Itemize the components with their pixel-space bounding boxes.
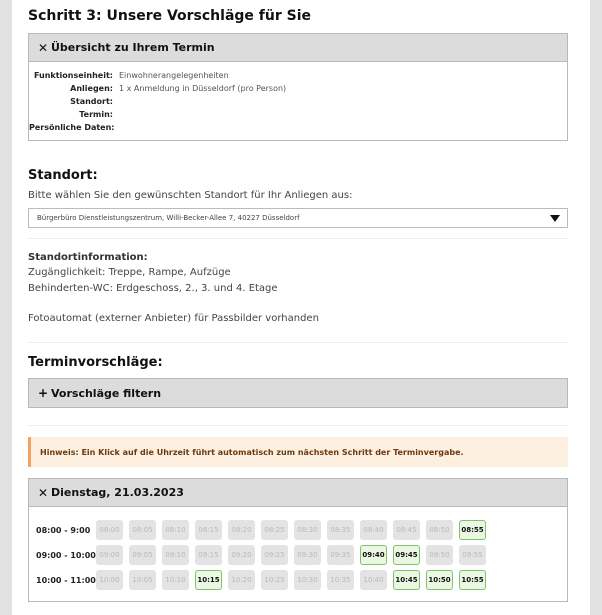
suggestions-heading: Terminvorschläge: <box>28 355 163 370</box>
summary-label: Anliegen: <box>70 84 113 93</box>
overview-title: Übersicht zu Ihrem Termin <box>51 41 215 54</box>
summary-row: Anliegen: 1 x Anmeldung in Düsseldorf (p… <box>29 82 567 95</box>
summary-label: Standort: <box>70 97 113 106</box>
time-slot-unavailable: 08:45 <box>393 520 420 540</box>
location-info-line: Zugänglichkeit: Treppe, Rampe, Aufzüge <box>28 267 231 278</box>
time-slot-unavailable: 09:15 <box>195 545 222 565</box>
time-slot-available[interactable]: 10:55 <box>459 570 486 590</box>
close-icon[interactable]: ✕ <box>38 41 51 55</box>
slot-row: 09:00 - 10:00 09:00 09:05 09:10 09:15 09:20 09… <box>36 544 567 566</box>
time-slot-unavailable: 08:50 <box>426 520 453 540</box>
divider <box>28 238 568 239</box>
day-title: Dienstag, 21.03.2023 <box>51 486 184 499</box>
filter-label: Vorschläge filtern <box>51 386 162 400</box>
summary-value <box>113 108 119 121</box>
hour-label: 09:00 - 10:00 <box>36 550 96 560</box>
time-slot-unavailable: 08:40 <box>360 520 387 540</box>
overview-panel: ✕ Übersicht zu Ihrem Termin Funktionsein… <box>28 33 568 141</box>
overview-header[interactable]: ✕ Übersicht zu Ihrem Termin <box>29 34 567 62</box>
page: Schritt 3: Unsere Vorschläge für Sie ✕ Ü… <box>12 0 590 615</box>
time-slot-unavailable: 10:10 <box>162 570 189 590</box>
time-slot-available[interactable]: 10:15 <box>195 570 222 590</box>
time-slot-unavailable: 08:10 <box>162 520 189 540</box>
divider <box>28 425 568 426</box>
time-slot-available[interactable]: 08:55 <box>459 520 486 540</box>
location-info-line: Behinderten-WC: Erdgeschoss, 2., 3. und … <box>28 283 278 294</box>
summary-value <box>113 95 119 108</box>
summary-value: 1 x Anmeldung in Düsseldorf (pro Person) <box>119 84 287 93</box>
summary-label: Funktionseinheit: <box>33 71 113 80</box>
time-slot-unavailable: 10:30 <box>294 570 321 590</box>
caret-down-icon[interactable] <box>550 215 560 222</box>
time-slot-unavailable: 10:00 <box>96 570 123 590</box>
time-slot-unavailable: 09:35 <box>327 545 354 565</box>
hint-banner: Hinweis: Ein Klick auf die Uhrzeit führt… <box>28 437 568 467</box>
time-slot-unavailable: 09:00 <box>96 545 123 565</box>
day-panel: ✕ Dienstag, 21.03.2023 08:00 - 9:00 08:00… <box>28 478 568 602</box>
summary-row: Termin: <box>29 108 567 121</box>
time-slot-available[interactable]: 09:45 <box>393 545 420 565</box>
slot-grid: 08:00 - 9:00 08:00 08:05 08:10 08:15 08:20 08:… <box>29 507 567 591</box>
time-slot-unavailable: 08:15 <box>195 520 222 540</box>
time-slot-unavailable: 10:25 <box>261 570 288 590</box>
location-selected: Bürgerbüro Dienstleistungszentrum, Willi… <box>37 214 300 222</box>
filter-panel[interactable]: + Vorschläge filtern <box>28 378 568 408</box>
time-slot-unavailable: 08:35 <box>327 520 354 540</box>
divider <box>28 342 568 343</box>
slot-row: 08:00 - 9:00 08:00 08:05 08:10 08:15 08:20 08:… <box>36 519 567 541</box>
time-slot-unavailable: 09:05 <box>129 545 156 565</box>
close-icon[interactable]: ✕ <box>38 486 51 500</box>
time-slot-unavailable: 10:40 <box>360 570 387 590</box>
location-info-title: Standortinformation: <box>28 252 148 263</box>
location-prompt: Bitte wählen Sie den gewünschten Standor… <box>28 190 353 201</box>
plus-icon[interactable]: + <box>38 386 51 400</box>
summary-row: Funktionseinheit: Einwohnerangelegenheit… <box>29 69 567 82</box>
time-slot-available[interactable]: 10:45 <box>393 570 420 590</box>
time-slot-unavailable: 09:20 <box>228 545 255 565</box>
day-header[interactable]: ✕ Dienstag, 21.03.2023 <box>29 479 567 507</box>
summary-value <box>113 121 119 134</box>
time-slot-unavailable: 08:25 <box>261 520 288 540</box>
time-slot-unavailable: 10:05 <box>129 570 156 590</box>
overview-summary: Funktionseinheit: Einwohnerangelegenheit… <box>29 62 567 134</box>
location-info-line: Fotoautomat (externer Anbieter) für Pass… <box>28 313 319 324</box>
time-slot-unavailable: 09:55 <box>459 545 486 565</box>
hour-label: 10:00 - 11:00 <box>36 575 96 585</box>
summary-row: Standort: <box>29 95 567 108</box>
time-slot-unavailable: 10:35 <box>327 570 354 590</box>
time-slot-unavailable: 09:25 <box>261 545 288 565</box>
summary-value: Einwohnerangelegenheiten <box>119 71 229 80</box>
summary-label: Persönliche Daten: <box>29 123 115 132</box>
time-slot-unavailable: 08:05 <box>129 520 156 540</box>
time-slot-unavailable: 09:30 <box>294 545 321 565</box>
time-slot-unavailable: 08:00 <box>96 520 123 540</box>
summary-row: Persönliche Daten: <box>29 121 567 134</box>
time-slot-unavailable: 09:10 <box>162 545 189 565</box>
summary-label: Termin: <box>79 110 113 119</box>
step-title: Schritt 3: Unsere Vorschläge für Sie <box>28 8 312 24</box>
time-slot-available[interactable]: 10:50 <box>426 570 453 590</box>
time-slot-available[interactable]: 09:40 <box>360 545 387 565</box>
location-select[interactable]: Bürgerbüro Dienstleistungszentrum, Willi… <box>28 208 568 228</box>
location-heading: Standort: <box>28 168 98 183</box>
hour-label: 08:00 - 9:00 <box>36 525 91 535</box>
time-slot-unavailable: 08:20 <box>228 520 255 540</box>
slot-row: 10:00 - 11:00 10:00 10:05 10:10 10:15 10:20 10… <box>36 569 567 591</box>
time-slot-unavailable: 10:20 <box>228 570 255 590</box>
time-slot-unavailable: 09:50 <box>426 545 453 565</box>
filter-header[interactable]: + Vorschläge filtern <box>29 379 567 407</box>
time-slot-unavailable: 08:30 <box>294 520 321 540</box>
